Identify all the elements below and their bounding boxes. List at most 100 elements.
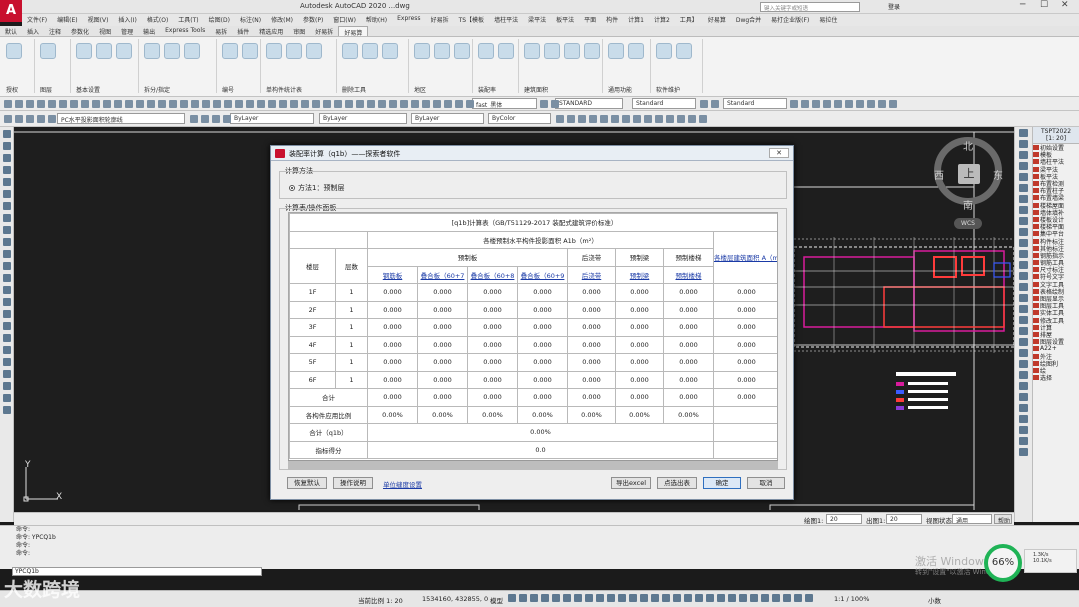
layer-combo[interactable]: PC水平投影面积轮廓线 (57, 113, 185, 124)
tool-icon[interactable] (1019, 294, 1028, 302)
toolbar-icon[interactable] (540, 100, 548, 108)
ribbon-tool-icon[interactable] (544, 43, 560, 59)
toolbar-icon[interactable] (790, 100, 798, 108)
ribbon-tool-icon[interactable] (76, 43, 92, 59)
menu-item[interactable]: Dwg合并 (731, 14, 766, 26)
menu-item[interactable]: 计算1 (623, 14, 649, 26)
toolbar-icon[interactable] (136, 100, 144, 108)
restore-default-button[interactable]: 恢复默认 (287, 477, 327, 489)
dialog-titlebar[interactable]: 装配率计算（q1b）——探索者软件 ✕ (271, 146, 793, 161)
ribbon-tab[interactable]: 好易拆 (310, 26, 338, 36)
toolbar-icon[interactable] (323, 100, 331, 108)
ribbon-tab[interactable]: 注释 (44, 26, 66, 36)
toolbar-icon[interactable] (455, 100, 463, 108)
out-scale-combo[interactable]: 20 (886, 514, 922, 524)
tspt-menu-item[interactable]: 实体工具 (1033, 309, 1079, 317)
ribbon-tool-icon[interactable] (242, 43, 258, 59)
status-toggle-icon[interactable] (530, 594, 538, 602)
toolbar-icon[interactable] (688, 115, 696, 123)
status-toggle-icon[interactable] (618, 594, 626, 602)
tool-icon[interactable] (3, 190, 11, 198)
tool-icon[interactable] (1019, 360, 1028, 368)
toolbar-icon[interactable] (644, 115, 652, 123)
menu-item[interactable]: 好易算 (703, 14, 731, 26)
toolbar-icon[interactable] (212, 115, 220, 123)
toolbar-icon[interactable] (334, 100, 342, 108)
model-tab[interactable]: 模型 (490, 595, 503, 605)
tspt-menu-item[interactable]: 墙体填补 (1033, 209, 1079, 216)
toolbar-icon[interactable] (856, 100, 864, 108)
status-toggle-icon[interactable] (574, 594, 582, 602)
tool-icon[interactable] (1019, 195, 1028, 203)
toolbar-icon[interactable] (125, 100, 133, 108)
component-link[interactable]: 叠合板（60+7 (417, 265, 468, 284)
component-link[interactable]: 叠合板（60+8 (467, 265, 518, 284)
toolbar-icon[interactable] (114, 100, 122, 108)
unit-setting-link[interactable]: 单位缝度设置 (383, 479, 422, 489)
tool-icon[interactable] (3, 382, 11, 390)
status-toggle-icon[interactable] (805, 594, 813, 602)
ribbon-tool-icon[interactable] (6, 43, 22, 59)
status-toggle-icon[interactable] (519, 594, 527, 602)
tool-icon[interactable] (1019, 327, 1028, 335)
status-toggle-icon[interactable] (750, 594, 758, 602)
toolbar-icon[interactable] (711, 100, 719, 108)
toolbar-icon[interactable] (26, 100, 34, 108)
lineweight-combo[interactable]: ByLayer (411, 113, 484, 124)
status-toggle-icon[interactable] (552, 594, 560, 602)
toolbar-icon[interactable] (411, 100, 419, 108)
tool-icon[interactable] (3, 142, 11, 150)
toolbar-icon[interactable] (290, 100, 298, 108)
network-gauge[interactable]: 66% (984, 544, 1022, 582)
toolbar-icon[interactable] (301, 100, 309, 108)
maximize-button[interactable]: ☐ (1040, 0, 1048, 10)
toolbar-icon[interactable] (81, 100, 89, 108)
tool-icon[interactable] (1019, 206, 1028, 214)
menu-item[interactable]: 计算2 (649, 14, 675, 26)
color-combo[interactable]: ByLayer (230, 113, 314, 124)
tspt-menu-item[interactable]: 初始设置 (1033, 144, 1079, 151)
menu-item[interactable]: 窗口(W) (328, 14, 361, 26)
tool-icon[interactable] (3, 238, 11, 246)
toolbar-icon[interactable] (235, 100, 243, 108)
tool-icon[interactable] (3, 406, 11, 414)
tool-icon[interactable] (1019, 393, 1028, 401)
ribbon-tab[interactable]: 视图 (94, 26, 116, 36)
tspt-menu-item[interactable]: 符号文字 (1033, 273, 1079, 281)
toolbar-icon[interactable] (103, 100, 111, 108)
ribbon-tab[interactable]: 审图 (288, 26, 310, 36)
ribbon-tool-icon[interactable] (144, 43, 160, 59)
toolbar-icon[interactable] (845, 100, 853, 108)
toolbar-icon[interactable] (466, 100, 474, 108)
menu-item[interactable]: 修改(M) (266, 14, 298, 26)
toolbar-icon[interactable] (223, 115, 231, 123)
ribbon-tab[interactable]: 管理 (116, 26, 138, 36)
tool-icon[interactable] (1019, 184, 1028, 192)
close-button[interactable]: ✕ (1061, 0, 1069, 10)
menu-item[interactable]: 格式(O) (142, 14, 173, 26)
tool-icon[interactable] (3, 214, 11, 222)
menu-item[interactable]: 平面 (579, 14, 601, 26)
toolbar-icon[interactable] (37, 115, 45, 123)
view-state-combo[interactable]: 通用 (952, 514, 992, 524)
ribbon-tool-icon[interactable] (414, 43, 430, 59)
component-link[interactable]: 叠合板（60+9 (517, 265, 568, 284)
tool-icon[interactable] (3, 130, 11, 138)
menu-item[interactable]: 易打企业版(F) (766, 14, 814, 26)
ribbon-tool-icon[interactable] (116, 43, 132, 59)
ribbon-tool-icon[interactable] (478, 43, 494, 59)
tool-icon[interactable] (3, 298, 11, 306)
toolbar-icon[interactable] (202, 100, 210, 108)
toolbar-icon[interactable] (190, 115, 198, 123)
tool-icon[interactable] (1019, 338, 1028, 346)
tspt-menu-item[interactable]: 绘图利 (1033, 360, 1079, 367)
menu-item[interactable]: 好易拆 (426, 14, 454, 26)
toolbar-icon[interactable] (59, 100, 67, 108)
table-style-combo[interactable]: Standard (723, 98, 787, 109)
toolbar-icon[interactable] (823, 100, 831, 108)
toolbar-icon[interactable] (48, 100, 56, 108)
tool-icon[interactable] (3, 358, 11, 366)
tool-icon[interactable] (1019, 217, 1028, 225)
toolbar-icon[interactable] (37, 100, 45, 108)
tool-icon[interactable] (3, 166, 11, 174)
